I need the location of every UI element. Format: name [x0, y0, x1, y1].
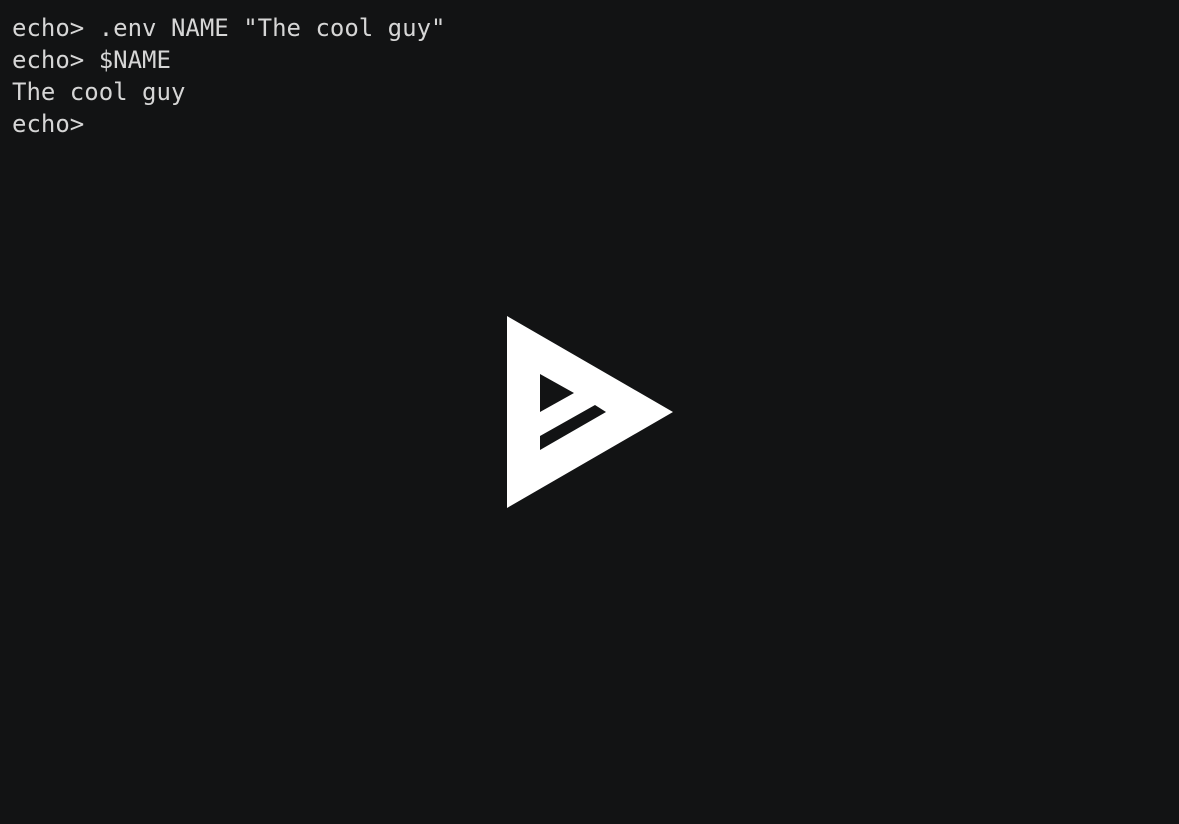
terminal-line: echo> $NAME: [12, 44, 445, 76]
asciinema-play-icon[interactable]: [507, 316, 673, 508]
terminal-output: echo> .env NAME "The cool guy" echo> $NA…: [12, 12, 445, 140]
play-button[interactable]: [507, 316, 673, 508]
terminal-line: The cool guy: [12, 76, 445, 108]
terminal-line: echo>: [12, 108, 445, 140]
prompt: echo>: [12, 110, 85, 138]
terminal-line: echo> .env NAME "The cool guy": [12, 12, 445, 44]
prompt: echo>: [12, 14, 85, 42]
prompt: echo>: [12, 46, 85, 74]
command-text: $NAME: [84, 46, 171, 74]
command-text: .env NAME "The cool guy": [84, 14, 446, 42]
terminal-player[interactable]: echo> .env NAME "The cool guy" echo> $NA…: [0, 0, 1179, 824]
output-text: The cool guy: [12, 78, 186, 106]
